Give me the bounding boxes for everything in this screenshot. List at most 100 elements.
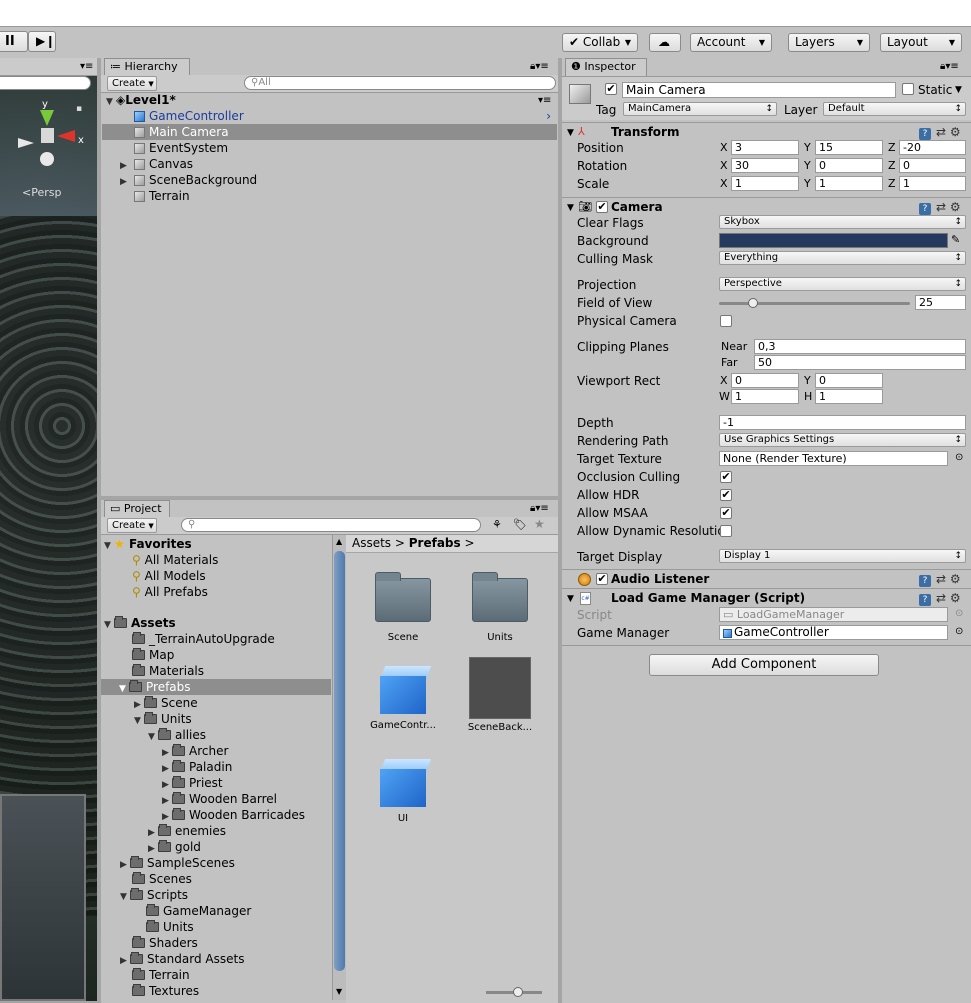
account-button[interactable]: Account ▼ xyxy=(690,33,772,52)
near-field[interactable]: 0,3 xyxy=(754,339,966,354)
physical-camera-checkbox[interactable] xyxy=(720,315,732,327)
allow-hdr-checkbox[interactable]: ✔ xyxy=(720,489,732,501)
persp-label[interactable]: <Persp xyxy=(22,186,61,200)
expanded-triangle-icon[interactable]: ▼ xyxy=(134,713,144,729)
viewport-y-field[interactable]: 0 xyxy=(815,373,883,388)
fov-slider-thumb[interactable] xyxy=(747,298,758,308)
preset-icon[interactable]: ⇄ xyxy=(936,200,946,214)
occlusion-culling-checkbox[interactable]: ✔ xyxy=(720,471,732,483)
scene-root-row[interactable]: ▼ ◈Level1* xyxy=(102,92,557,108)
breadcrumb-prefabs[interactable]: Prefabs xyxy=(409,536,461,550)
active-checkbox[interactable]: ✔ xyxy=(605,83,617,95)
hierarchy-item-eventsystem[interactable]: EventSystem xyxy=(102,140,557,156)
star-icon[interactable]: ★ xyxy=(534,517,545,531)
scrollbar-thumb[interactable] xyxy=(334,551,345,971)
hierarchy-item-gamecontroller[interactable]: GameController › xyxy=(102,108,557,124)
position-y-field[interactable]: 15 xyxy=(815,140,883,155)
folder-row[interactable]: Scenes xyxy=(132,871,192,887)
gear-icon[interactable]: ⚙ xyxy=(950,572,961,586)
asset-folder-scene[interactable]: Scene xyxy=(363,572,443,643)
zoom-slider-thumb[interactable] xyxy=(513,987,523,997)
depth-field[interactable]: -1 xyxy=(719,415,966,430)
audio-listener-checkbox[interactable]: ✔ xyxy=(596,573,608,585)
folder-row[interactable]: ▶ enemies xyxy=(148,823,226,839)
hierarchy-item-canvas[interactable]: ▶ Canvas xyxy=(102,156,557,172)
folder-row[interactable]: ▶ Scene xyxy=(134,695,198,711)
folder-row[interactable]: ▶ Priest xyxy=(162,775,223,791)
help-icon[interactable]: ? xyxy=(919,203,931,215)
allow-dynamic-resolution-checkbox[interactable] xyxy=(720,525,732,537)
hierarchy-create-button[interactable]: Create ▼ xyxy=(107,76,157,91)
asset-folder-units[interactable]: Units xyxy=(460,572,540,643)
fov-field[interactable]: 25 xyxy=(915,295,966,310)
clear-flags-dropdown[interactable]: Skybox ↕ xyxy=(719,215,966,229)
hierarchy-search-input[interactable]: ⚲All xyxy=(244,76,556,90)
tab-project[interactable]: ▭ Project xyxy=(104,500,170,518)
project-search-input[interactable]: ⚲ xyxy=(181,518,481,532)
scale-z-field[interactable]: 1 xyxy=(899,176,966,191)
panel-menu-icon[interactable]: ▾≡ xyxy=(80,60,93,74)
folder-row[interactable]: ▶ Archer xyxy=(162,743,228,759)
breadcrumb-assets[interactable]: Assets xyxy=(352,536,391,550)
expanded-triangle-icon[interactable]: ▼ xyxy=(567,592,574,606)
folder-row[interactable]: Map xyxy=(132,647,174,663)
step-button[interactable]: ▶❙ xyxy=(28,31,56,52)
folder-row[interactable]: Units xyxy=(146,919,194,935)
folder-row[interactable]: ▶ Wooden Barrel xyxy=(162,791,277,807)
folder-row[interactable]: ▶ SampleScenes xyxy=(120,855,235,871)
asset-prefab-scenebackground[interactable]: SceneBack... xyxy=(460,657,540,733)
object-picker-icon[interactable]: ⊙ xyxy=(955,451,963,465)
folder-row[interactable]: Shaders xyxy=(132,935,198,951)
project-lock-icon[interactable]: 🔒︎▾≡ xyxy=(530,502,549,516)
hierarchy-item-main-camera[interactable]: Main Camera xyxy=(102,124,557,140)
favorites-row[interactable]: ▼ ★ Favorites xyxy=(104,536,192,552)
pause-button[interactable]: II xyxy=(0,31,28,52)
folder-row-selected[interactable]: ▼ Prefabs xyxy=(101,679,331,695)
folder-row[interactable]: ▶ Wooden Barricades xyxy=(162,807,305,823)
script-component-header[interactable]: ▼ c# Load Game Manager (Script) ? ⇄ ⚙ xyxy=(562,588,971,608)
favorite-all-prefabs[interactable]: ⚲ All Prefabs xyxy=(132,584,208,600)
camera-header[interactable]: ▼ 📷︎ ✔ Camera ? ⇄ ⚙ xyxy=(562,197,971,217)
position-x-field[interactable]: 3 xyxy=(731,140,799,155)
gear-icon[interactable]: ⚙ xyxy=(950,591,961,605)
preset-icon[interactable]: ⇄ xyxy=(936,125,946,139)
static-checkbox[interactable] xyxy=(902,83,914,95)
hierarchy-lock-icon[interactable]: 🔒︎▾≡ xyxy=(530,60,549,74)
collab-button[interactable]: ✔ Collab ▼ xyxy=(562,33,638,52)
expanded-triangle-icon[interactable]: ▼ xyxy=(567,201,574,215)
chevron-right-icon[interactable]: › xyxy=(546,108,551,124)
audio-listener-header[interactable]: ✔ Audio Listener ? ⇄ ⚙ xyxy=(562,569,971,589)
viewport-w-field[interactable]: 1 xyxy=(731,389,799,404)
preset-icon[interactable]: ⇄ xyxy=(936,572,946,586)
object-picker-icon[interactable]: ⊙ xyxy=(955,625,963,639)
scale-x-field[interactable]: 1 xyxy=(731,176,799,191)
folder-row[interactable]: _TerrainAutoUpgrade xyxy=(132,631,275,647)
expanded-triangle-icon[interactable]: ▼ xyxy=(119,681,129,697)
rotation-y-field[interactable]: 0 xyxy=(815,158,883,173)
scene-view[interactable] xyxy=(0,76,97,1001)
position-z-field[interactable]: -20 xyxy=(899,140,966,155)
layer-dropdown[interactable]: Default ↕ xyxy=(823,102,966,116)
assets-root-row[interactable]: ▼ Assets xyxy=(104,615,176,631)
asset-prefab-ui[interactable]: UI xyxy=(363,755,443,824)
favorite-all-models[interactable]: ⚲ All Models xyxy=(132,568,206,584)
gear-icon[interactable]: ⚙ xyxy=(950,125,961,139)
tree-scrollbar[interactable]: ▲ ▼ xyxy=(332,535,346,1000)
expanded-triangle-icon[interactable]: ▼ xyxy=(148,729,158,745)
culling-mask-dropdown[interactable]: Everything ↕ xyxy=(719,251,966,265)
rendering-path-dropdown[interactable]: Use Graphics Settings ↕ xyxy=(719,433,966,447)
folder-row[interactable]: ▶ Paladin xyxy=(162,759,232,775)
scroll-down-icon[interactable]: ▼ xyxy=(336,987,342,996)
camera-enabled-checkbox[interactable]: ✔ xyxy=(596,201,608,213)
inspector-lock-icon[interactable]: 🔒︎▾≡ xyxy=(940,60,959,74)
help-icon[interactable]: ? xyxy=(919,128,931,140)
layout-button[interactable]: Layout ▼ xyxy=(880,33,962,52)
help-icon[interactable]: ? xyxy=(919,575,931,587)
folder-row[interactable]: ▶ Standard Assets xyxy=(120,951,244,967)
transform-header[interactable]: ▼ ⅄ Transform ? ⇄ ⚙ xyxy=(562,122,971,142)
expanded-triangle-icon[interactable]: ▼ xyxy=(104,617,114,633)
allow-msaa-checkbox[interactable]: ✔ xyxy=(720,507,732,519)
expanded-triangle-icon[interactable]: ▼ xyxy=(120,889,130,905)
projection-dropdown[interactable]: Perspective ↕ xyxy=(719,277,966,291)
expanded-triangle-icon[interactable]: ▼ xyxy=(567,126,574,140)
